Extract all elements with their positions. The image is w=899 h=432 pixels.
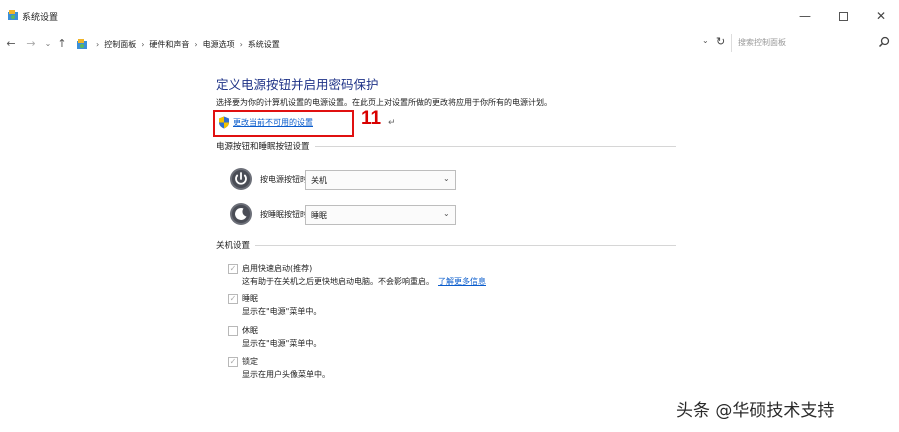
- maximize-button[interactable]: [825, 5, 861, 27]
- shutdown-section-title: 关机设置: [216, 239, 256, 251]
- breadcrumb-separator: ›: [239, 39, 243, 49]
- power-section-title: 电源按钮和睡眠按钮设置: [216, 140, 315, 152]
- chevron-down-icon: ⌄: [443, 209, 450, 218]
- lock-option-description: 显示在用户头像菜单中。: [242, 370, 330, 379]
- sleep-option-label: 睡眠: [242, 294, 258, 303]
- highlight-box: 更改当前不可用的设置: [213, 110, 354, 137]
- search-icon[interactable]: [878, 36, 890, 48]
- sleep-button-row: 按睡眠按钮时: 睡眠 ⌄: [229, 202, 459, 228]
- change-unavailable-settings-link[interactable]: 更改当前不可用的设置: [233, 117, 313, 128]
- breadcrumb-hardware-sound[interactable]: 硬件和声音: [149, 39, 189, 50]
- watermark: 头条 @华硕技术支持: [676, 401, 835, 421]
- window-title: 系统设置: [22, 13, 59, 23]
- sleep-checkbox[interactable]: ✓: [228, 294, 238, 304]
- control-panel-icon: [77, 39, 87, 49]
- power-button-label: 按电源按钮时:: [260, 175, 311, 184]
- address-bar[interactable]: › 控制面板 › 硬件和声音 › 电源选项 › 系统设置: [76, 35, 724, 53]
- minimize-button[interactable]: —: [787, 5, 823, 27]
- chevron-down-icon: ⌄: [44, 38, 52, 48]
- up-arrow-icon: ↑: [57, 36, 67, 50]
- back-arrow-icon: ←: [6, 36, 16, 50]
- title-bar: 系统设置 — ✕: [0, 0, 899, 30]
- breadcrumb-separator: ›: [96, 39, 100, 49]
- forward-arrow-icon: →: [26, 36, 36, 50]
- breadcrumb-separator: ›: [194, 39, 198, 49]
- learn-more-link[interactable]: 了解更多信息: [438, 277, 486, 286]
- lock-checkbox[interactable]: ✓: [228, 357, 238, 367]
- sleep-option-description: 显示在"电源"菜单中。: [242, 307, 322, 316]
- power-icon: [230, 168, 252, 190]
- hibernate-option-description: 显示在"电源"菜单中。: [242, 339, 322, 348]
- refresh-icon[interactable]: ↻: [716, 35, 725, 48]
- up-button[interactable]: ↑: [54, 35, 70, 51]
- control-panel-icon: [8, 10, 18, 20]
- search-placeholder: 搜索控制面板: [738, 38, 786, 47]
- sleep-button-action-select[interactable]: 睡眠 ⌄: [305, 205, 456, 225]
- breadcrumb-separator: ›: [141, 39, 145, 49]
- hibernate-checkbox[interactable]: [228, 326, 238, 336]
- breadcrumb-control-panel[interactable]: 控制面板: [104, 39, 136, 50]
- power-button-row: 按电源按钮时: 关机 ⌄: [229, 167, 459, 193]
- return-mark: ↵: [388, 118, 396, 128]
- close-icon: ✕: [875, 9, 887, 23]
- chevron-down-icon: ⌄: [443, 174, 450, 183]
- breadcrumb-power-options[interactable]: 电源选项: [203, 39, 235, 50]
- maximize-icon: [838, 11, 848, 21]
- fast-startup-description: 这有助于在关机之后更快地启动电脑。不会影响重启。 了解更多信息: [242, 277, 486, 286]
- address-dropdown-icon[interactable]: ⌄: [702, 36, 709, 45]
- sleep-icon: [230, 203, 252, 225]
- power-button-action-select[interactable]: 关机 ⌄: [305, 170, 456, 190]
- fast-startup-checkbox[interactable]: ✓: [228, 264, 238, 274]
- search-input[interactable]: 搜索控制面板: [731, 34, 893, 52]
- page-description: 选择要为你的计算机设置的电源设置。在此页上对设置所做的更改将应用于你所有的电源计…: [216, 98, 552, 107]
- back-button[interactable]: ←: [3, 35, 19, 51]
- select-value: 关机: [311, 176, 327, 185]
- minimize-icon: —: [799, 9, 811, 23]
- close-button[interactable]: ✕: [863, 5, 899, 27]
- page-title: 定义电源按钮并启用密码保护: [216, 77, 379, 92]
- forward-button[interactable]: →: [23, 35, 39, 51]
- hibernate-option-label: 休眠: [242, 326, 258, 335]
- uac-shield-icon: [219, 116, 229, 129]
- lock-option-label: 锁定: [242, 357, 258, 366]
- select-value: 睡眠: [311, 211, 327, 220]
- fast-startup-label: 启用快速启动(推荐): [242, 264, 313, 273]
- sleep-button-label: 按睡眠按钮时:: [260, 210, 311, 219]
- step-number-annotation: 11: [361, 108, 382, 129]
- section-divider: [216, 245, 676, 246]
- breadcrumb-system-settings[interactable]: 系统设置: [248, 39, 280, 50]
